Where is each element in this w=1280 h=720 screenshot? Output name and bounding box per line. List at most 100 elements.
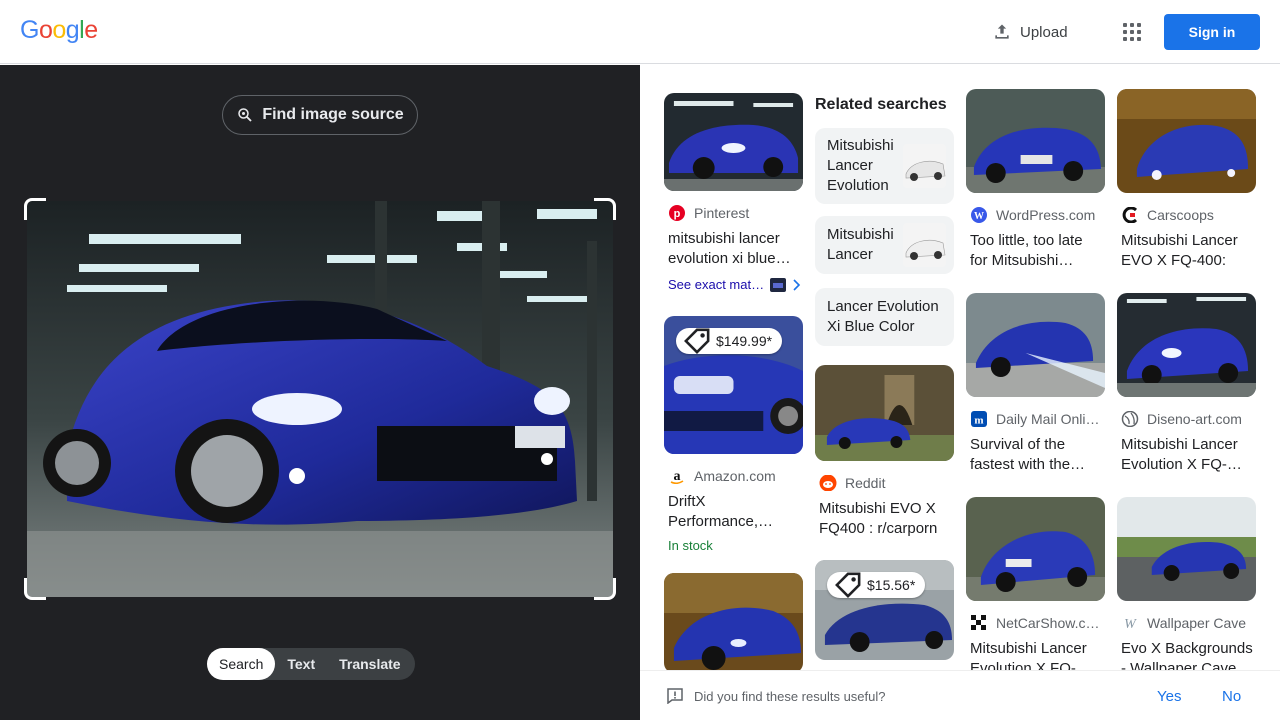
frame-corner[interactable] [24, 578, 46, 600]
related-search-label: Lancer Evolution Xi Blue Color [827, 298, 939, 335]
svg-text:W: W [974, 211, 984, 222]
source-name: Reddit [845, 475, 886, 491]
reddit-icon [819, 475, 837, 491]
lens-search-icon [238, 108, 252, 122]
source-name: Daily Mail Onli… [996, 411, 1100, 427]
price-badge: $15.56* [827, 572, 926, 598]
car-photo [664, 573, 803, 670]
result-source[interactable]: Reddit [819, 475, 955, 491]
upload-button[interactable]: Upload [992, 20, 1068, 44]
top-bar: Google Upload Sign in [0, 0, 1280, 64]
source-name: Wallpaper Cave [1147, 615, 1247, 631]
result-source[interactable]: Carscoops [1121, 207, 1257, 223]
feedback-no-button[interactable]: No [1222, 688, 1241, 705]
result-title[interactable]: Evo X Backgrounds - Wallpaper Cave [1121, 639, 1253, 670]
related-searches-heading: Related searches [815, 96, 947, 113]
source-name: Carscoops [1147, 207, 1214, 223]
logo-letter: o [52, 16, 66, 44]
find-image-source-button[interactable]: Find image source [222, 95, 418, 135]
mode-search-tab[interactable]: Search [207, 648, 276, 680]
stock-status: In stock [668, 538, 713, 553]
result-thumbnail[interactable]: $149.99* [664, 316, 803, 454]
apps-grid-icon[interactable] [1120, 20, 1144, 44]
result-source[interactable]: m Daily Mail Onli… [970, 411, 1106, 427]
result-title[interactable]: Mitsubishi EVO X FQ400 : r/carporn [819, 499, 951, 539]
result-thumbnail[interactable] [1117, 497, 1256, 601]
related-search-chip[interactable]: Lancer Evolution Xi Blue Color [815, 288, 954, 346]
car-photo [1117, 293, 1256, 397]
feedback-icon [667, 688, 683, 704]
source-name: WordPress.com [996, 207, 1096, 223]
see-exact-matches-link[interactable]: See exact mat… [668, 277, 804, 292]
wallpaper-cave-icon: W [1124, 617, 1137, 631]
feedback-question: Did you find these results useful? [694, 689, 886, 704]
result-source[interactable]: W Wallpaper Cave [1121, 615, 1257, 631]
related-search-chip[interactable]: Mitsubishi Lancer Evolution [815, 128, 954, 204]
related-search-chip[interactable]: Mitsubishi Lancer [815, 216, 954, 274]
result-thumbnail[interactable]: $15.56* [815, 560, 954, 660]
results-column: Carscoops Mitsubishi Lancer EVO X FQ-400… [1117, 65, 1257, 670]
result-source[interactable]: NetCarShow.c… [970, 615, 1106, 631]
result-title[interactable]: Mitsubishi Lancer Evolution X FQ-… [970, 639, 1102, 670]
svg-text:m: m [974, 415, 983, 427]
image-preview-panel: Find image source Search Text Translate [0, 65, 640, 720]
result-title[interactable]: DriftX Performance,… [668, 492, 800, 532]
logo-letter: e [84, 16, 98, 44]
result-thumbnail[interactable] [966, 497, 1105, 601]
frame-corner[interactable] [594, 198, 616, 220]
upload-icon [995, 24, 1009, 39]
result-title[interactable]: Mitsubishi Lancer Evolution X FQ-… [1121, 435, 1253, 475]
result-source[interactable]: Diseno-art.com [1121, 411, 1257, 427]
result-thumbnail[interactable] [966, 293, 1105, 397]
results-column: p Pinterest mitsubishi lancer evolution … [664, 65, 804, 670]
carscoops-icon [1122, 207, 1138, 223]
source-name: Pinterest [694, 205, 750, 221]
related-search-label: Mitsubishi Lancer Evolution [827, 137, 894, 194]
feedback-bar: Did you find these results useful? Yes N… [640, 670, 1280, 720]
visual-matches-panel: p Pinterest mitsubishi lancer evolution … [640, 65, 1280, 670]
svg-text:p: p [674, 208, 681, 220]
logo-letter: o [38, 16, 53, 44]
sign-in-button[interactable]: Sign in [1164, 14, 1260, 50]
svg-text:W: W [1124, 617, 1137, 631]
result-thumbnail[interactable] [966, 89, 1105, 193]
wordpress-icon: W [971, 207, 987, 223]
frame-corner[interactable] [24, 198, 46, 220]
feedback-yes-button[interactable]: Yes [1157, 688, 1181, 705]
result-title[interactable]: Mitsubishi Lancer EVO X FQ-400: 6… [1121, 231, 1253, 271]
result-source[interactable]: p Pinterest [668, 205, 804, 221]
result-source[interactable]: W WordPress.com [970, 207, 1106, 223]
selection-frame[interactable] [24, 198, 616, 600]
daily-mail-icon: m [971, 411, 987, 427]
result-title[interactable]: Too little, too late for Mitsubishi… [970, 231, 1102, 271]
lens-mode-switcher: Search Text Translate [207, 648, 415, 680]
result-title[interactable]: mitsubishi lancer evolution xi blue… [668, 229, 800, 269]
car-photo [1117, 89, 1256, 193]
netcarshow-icon [971, 615, 986, 630]
result-thumbnail[interactable] [1117, 89, 1256, 193]
related-car-thumb [903, 144, 946, 188]
globe-icon [1121, 411, 1139, 427]
image-thumb-icon [770, 277, 787, 292]
result-source[interactable]: a Amazon.com [668, 468, 804, 484]
result-thumbnail[interactable] [664, 93, 803, 191]
results-column: W WordPress.com Too little, too late for… [966, 65, 1106, 670]
result-title[interactable]: Survival of the fastest with the… [970, 435, 1102, 475]
source-name: NetCarShow.c… [996, 615, 1100, 631]
price-value: $15.56* [867, 577, 916, 593]
related-car-thumb [903, 223, 946, 267]
mode-translate-tab[interactable]: Translate [327, 648, 412, 680]
price-tag-icon [684, 328, 710, 354]
svg-text:a: a [674, 469, 681, 484]
result-thumbnail[interactable] [815, 365, 954, 461]
upload-label: Upload [1020, 23, 1068, 41]
result-thumbnail[interactable] [1117, 293, 1256, 397]
frame-corner[interactable] [594, 578, 616, 600]
price-value: $149.99* [716, 333, 773, 349]
logo-letter: G [20, 16, 39, 44]
result-thumbnail[interactable] [664, 573, 803, 670]
google-logo[interactable]: Google [20, 16, 98, 45]
mode-text-tab[interactable]: Text [275, 648, 327, 680]
see-exact-label: See exact mat… [668, 277, 765, 292]
pinterest-icon: p [669, 205, 685, 221]
